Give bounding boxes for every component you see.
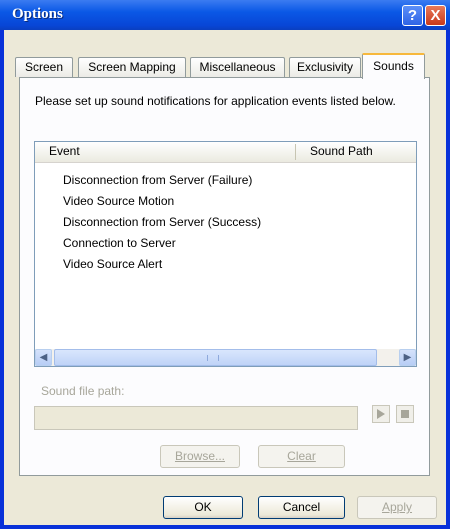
browse-button[interactable]: Browse... [160, 445, 240, 468]
tab-sounds[interactable]: Sounds [362, 53, 425, 79]
sound-file-path-input[interactable] [34, 406, 358, 430]
list-header: Event Sound Path [35, 142, 416, 163]
window-title: Options [12, 6, 63, 22]
events-list[interactable]: Event Sound Path Disconnection from Serv… [34, 141, 417, 367]
clear-label: Clear [287, 449, 316, 463]
play-icon [377, 409, 385, 419]
list-item[interactable]: Connection to Server [63, 233, 176, 254]
list-item[interactable]: Disconnection from Server (Failure) [63, 170, 252, 191]
browse-label: Browse... [174, 449, 225, 463]
scrollbar-thumb[interactable] [54, 349, 377, 366]
sound-file-path-label: Sound file path: [41, 384, 125, 398]
stop-button[interactable] [396, 405, 414, 423]
apply-button[interactable]: Apply [357, 496, 437, 519]
tab-screen-mapping[interactable]: Screen Mapping [78, 57, 186, 77]
list-item[interactable]: Video Source Alert [63, 254, 162, 275]
column-sound-path[interactable]: Sound Path [310, 142, 373, 162]
stop-icon [401, 410, 409, 418]
grip-icon [207, 355, 219, 361]
horizontal-scrollbar[interactable]: ◀ ▶ [35, 349, 416, 366]
clear-button[interactable]: Clear [258, 445, 345, 468]
tab-exclusivity[interactable]: Exclusivity [289, 57, 361, 77]
close-button[interactable]: X [425, 5, 446, 26]
sounds-description: Please set up sound notifications for ap… [35, 94, 396, 108]
arrow-left-icon[interactable]: ◀ [35, 349, 52, 366]
column-event[interactable]: Event [49, 142, 80, 162]
arrow-right-icon[interactable]: ▶ [399, 349, 416, 366]
tab-screen[interactable]: Screen [15, 57, 73, 77]
play-button[interactable] [372, 405, 390, 423]
list-item[interactable]: Video Source Motion [63, 191, 174, 212]
tab-miscellaneous[interactable]: Miscellaneous [190, 57, 285, 77]
list-item[interactable]: Disconnection from Server (Success) [63, 212, 261, 233]
help-button[interactable]: ? [402, 5, 423, 26]
cancel-button[interactable]: Cancel [258, 496, 345, 519]
apply-label: Apply [381, 500, 413, 514]
column-divider[interactable] [295, 144, 296, 160]
ok-button[interactable]: OK [163, 496, 243, 519]
title-bar[interactable]: Options ? X [0, 0, 450, 30]
